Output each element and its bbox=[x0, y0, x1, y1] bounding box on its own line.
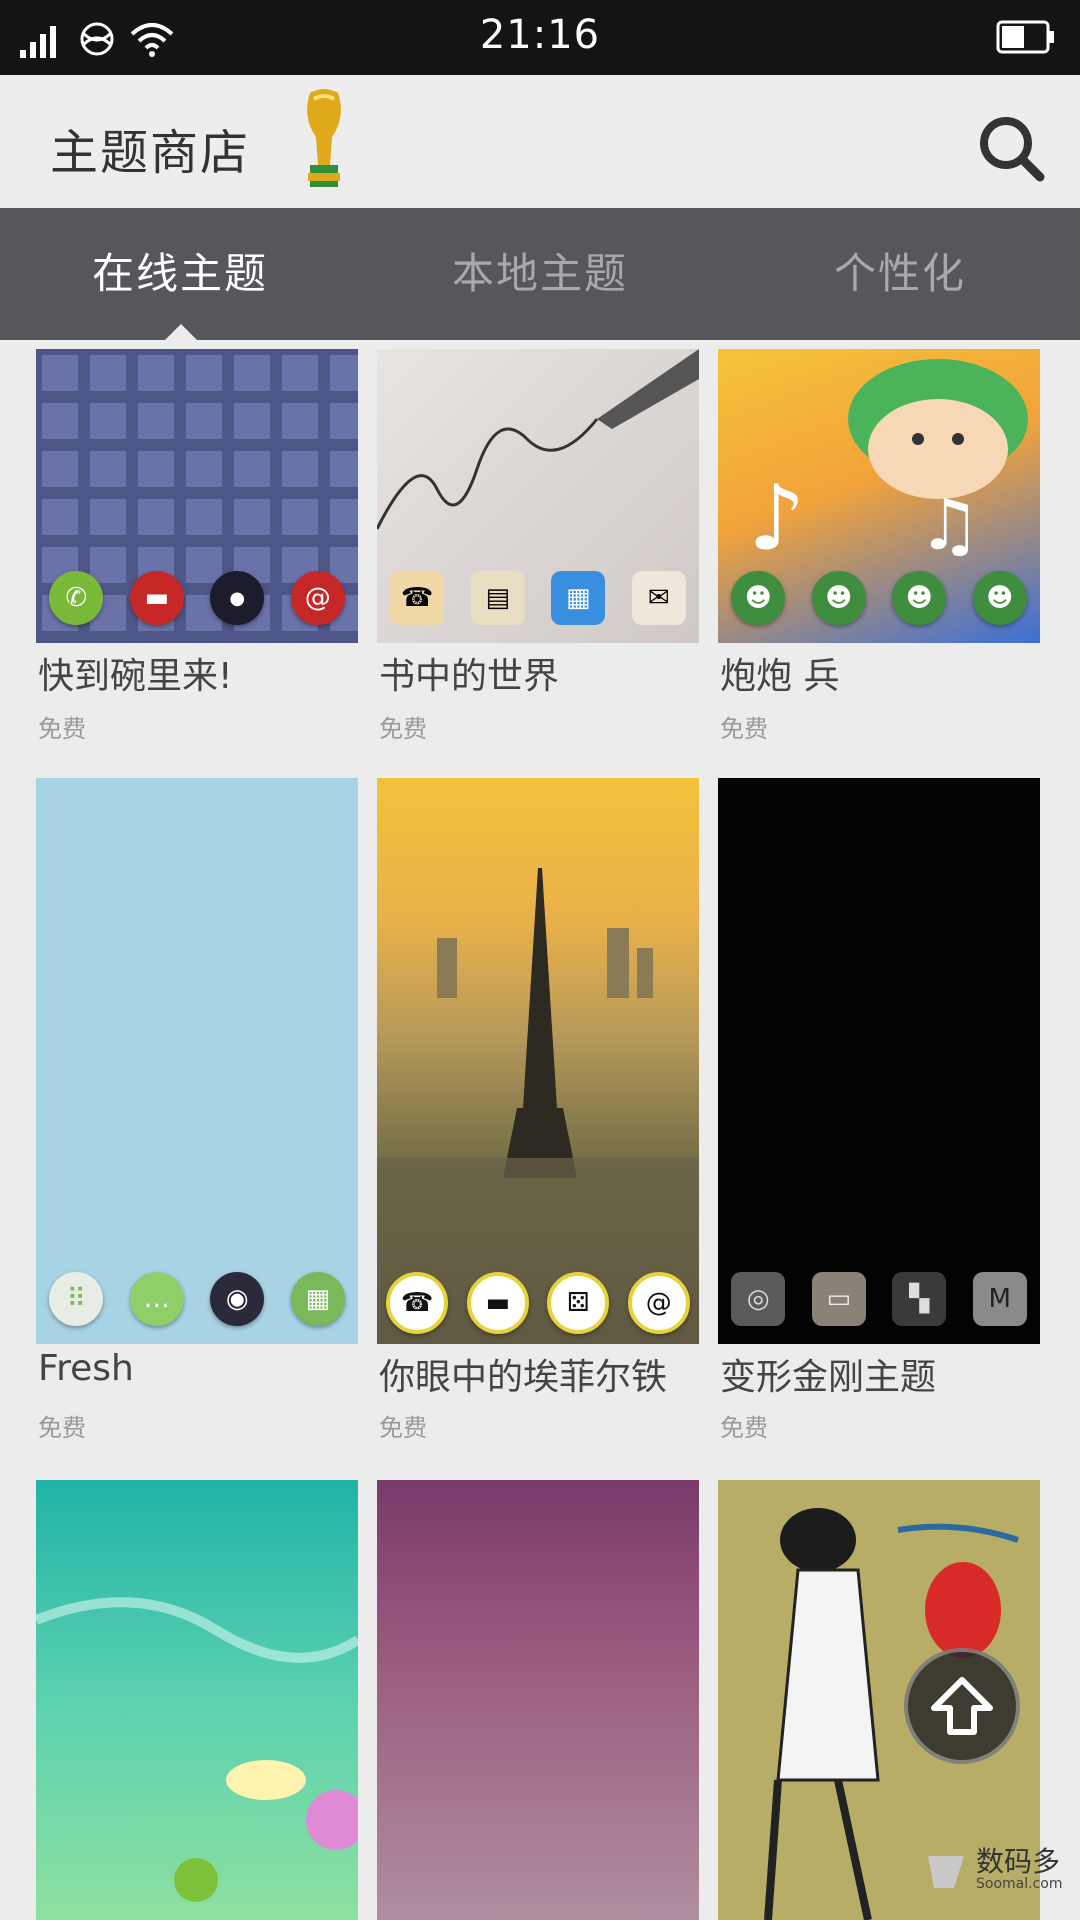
app-header: 主题商店 bbox=[0, 75, 1080, 209]
theme-price: 免费 bbox=[38, 1414, 86, 1442]
theme-price: 免费 bbox=[720, 1414, 768, 1442]
folder-icon: ▬ bbox=[466, 1272, 529, 1334]
apps-icon: ▚ bbox=[892, 1272, 947, 1326]
theme-price: 免费 bbox=[379, 1414, 427, 1442]
theme-thumbnail: ☎ ▤ ▦ ✉ bbox=[377, 349, 699, 643]
soldier-icon: ☻ bbox=[811, 571, 866, 625]
phone-icon: ☎ bbox=[386, 1272, 449, 1334]
message-icon: … bbox=[129, 1272, 184, 1326]
phone-icon: ☎ bbox=[390, 571, 445, 625]
theme-price: 免费 bbox=[38, 715, 86, 743]
apps-icon: ▦ bbox=[551, 571, 606, 625]
contacts-icon: ▤ bbox=[470, 571, 525, 625]
tab-local-themes[interactable]: 本地主题 bbox=[360, 208, 720, 340]
theme-title: 快到碗里来! bbox=[38, 656, 233, 697]
contacts-icon: ▭ bbox=[811, 1272, 866, 1326]
theme-price: 免费 bbox=[379, 715, 427, 743]
theme-title: 炮炮 兵 bbox=[720, 656, 840, 697]
mail-icon: M bbox=[972, 1272, 1027, 1326]
theme-price: 免费 bbox=[720, 715, 768, 743]
theme-thumbnail bbox=[36, 1480, 358, 1920]
theme-thumbnail: ♪ ♫ ☻ ☻ ☻ ☻ bbox=[718, 349, 1040, 643]
theme-title: 变形金刚主题 bbox=[720, 1357, 937, 1398]
search-icon[interactable] bbox=[976, 113, 1046, 183]
battery-icon bbox=[996, 20, 1056, 58]
soldier-icon: ☻ bbox=[892, 571, 947, 625]
dice-icon: ⚄ bbox=[547, 1272, 610, 1334]
arrow-up-icon bbox=[931, 1677, 993, 1735]
theme-title: Fresh bbox=[38, 1348, 134, 1389]
apps-icon: ▦ bbox=[290, 1272, 345, 1326]
dialer-icon: ⠿ bbox=[49, 1272, 104, 1326]
clock: 21:16 bbox=[479, 12, 601, 58]
camera-icon: ◉ bbox=[210, 1272, 265, 1326]
trophy-icon bbox=[307, 89, 341, 187]
svg-text:♫: ♫ bbox=[918, 484, 981, 566]
tab-personalize[interactable]: 个性化 bbox=[720, 208, 1080, 340]
dialer-icon: ◎ bbox=[731, 1272, 786, 1326]
tab-bar: 在线主题 本地主题 个性化 bbox=[0, 208, 1080, 340]
svg-text:♪: ♪ bbox=[748, 466, 805, 571]
theme-thumbnail: ✆ ▬ ● @ bbox=[36, 349, 358, 643]
theme-thumbnail: ◎ ▭ ▚ M bbox=[718, 778, 1040, 1344]
tab-online-themes[interactable]: 在线主题 bbox=[0, 208, 360, 340]
watermark: 数码多 Soomal.com bbox=[924, 1848, 1062, 1892]
email-icon: @ bbox=[290, 571, 345, 625]
page-title: 主题商店 bbox=[50, 125, 251, 181]
back-to-top-button[interactable] bbox=[904, 1648, 1020, 1764]
watermark-sub: Soomal.com bbox=[976, 1876, 1063, 1892]
status-bar: 21:16 bbox=[0, 0, 1080, 75]
contacts-icon: @ bbox=[627, 1272, 690, 1334]
folder-icon: ▬ bbox=[129, 571, 184, 625]
theme-thumbnail bbox=[377, 1480, 699, 1920]
active-tab-indicator bbox=[165, 324, 197, 340]
apps-icon: ● bbox=[210, 571, 265, 625]
theme-title: 你眼中的埃菲尔铁 bbox=[379, 1357, 668, 1398]
watermark-logo-icon bbox=[928, 1856, 964, 1888]
soldier-icon: ☻ bbox=[972, 571, 1027, 625]
message-icon: ✉ bbox=[631, 571, 686, 625]
theme-thumbnail: ☎ ▬ ⚄ @ bbox=[377, 778, 699, 1344]
theme-title: 书中的世界 bbox=[379, 656, 560, 697]
watermark-main: 数码多 bbox=[976, 1845, 1061, 1878]
theme-thumbnail: ⠿ … ◉ ▦ bbox=[36, 778, 358, 1344]
soldier-icon: ☻ bbox=[731, 571, 786, 625]
phone-icon: ✆ bbox=[49, 571, 104, 625]
